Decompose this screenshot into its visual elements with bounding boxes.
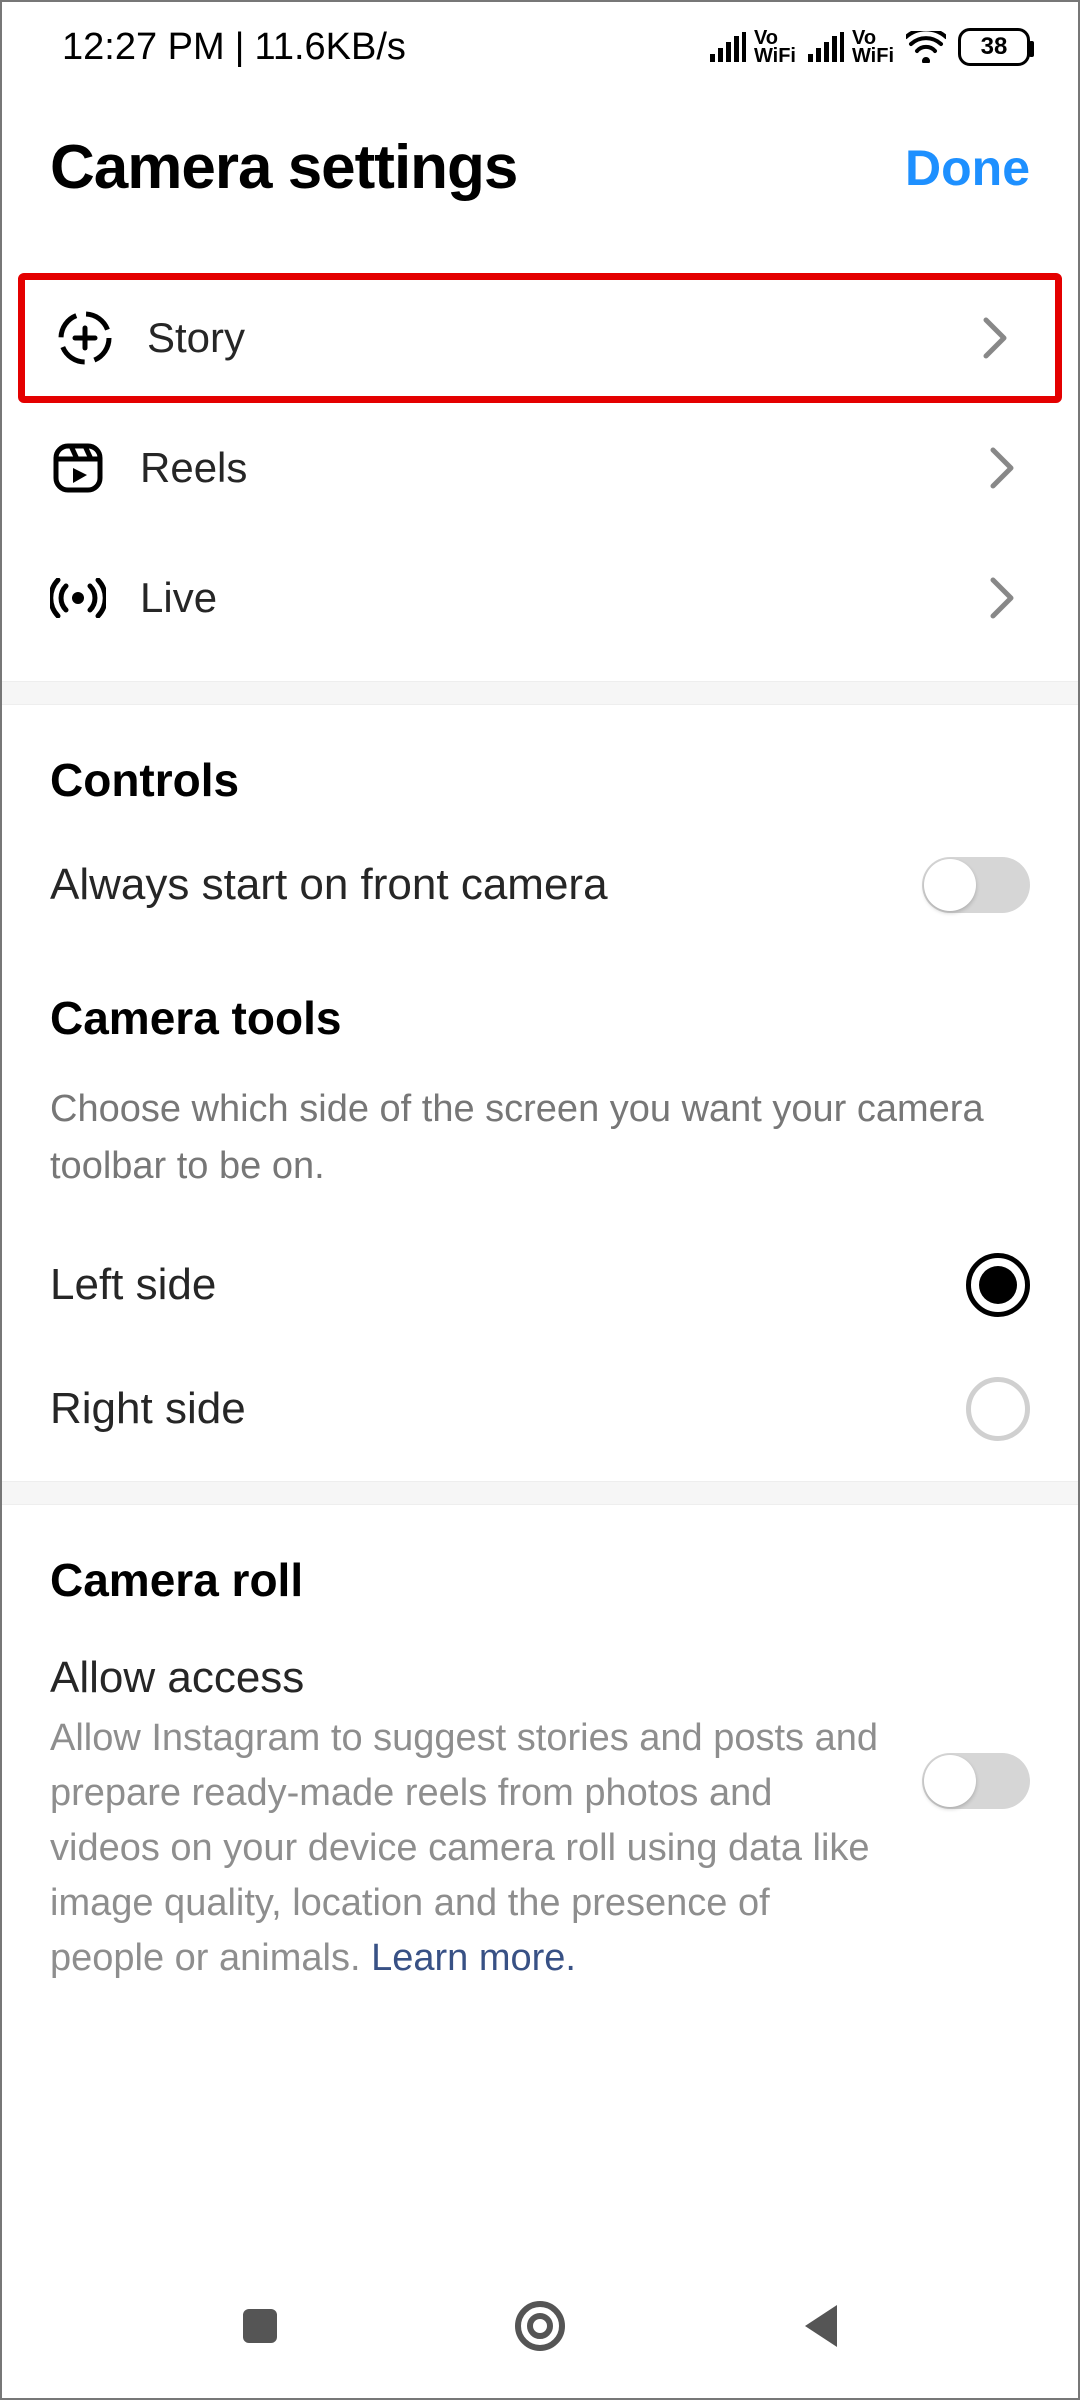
reels-icon [50, 440, 106, 496]
live-icon [50, 570, 106, 626]
recent-apps-button[interactable] [237, 2303, 283, 2354]
chevron-right-icon [974, 570, 1030, 626]
signal-bars-icon-2 [808, 32, 844, 62]
controls-title: Controls [2, 705, 1078, 827]
right-side-label: Right side [50, 1384, 936, 1434]
front-camera-row[interactable]: Always start on front camera [2, 827, 1078, 943]
home-button[interactable] [512, 2298, 568, 2359]
wifi-icon [906, 31, 946, 63]
tools-title: Camera tools [2, 943, 1078, 1065]
chevron-right-icon [967, 310, 1023, 366]
allow-access-desc: Allow Instagram to suggest stories and p… [50, 1711, 892, 1986]
status-speed: 11.6KB/s [255, 26, 406, 69]
roll-title: Camera roll [2, 1505, 1078, 1627]
done-button[interactable]: Done [905, 139, 1030, 197]
chevron-right-icon [974, 440, 1030, 496]
nav-story[interactable]: Story [18, 273, 1062, 403]
vowifi-icon: VoWiFi [754, 29, 796, 65]
right-side-radio[interactable] [966, 1377, 1030, 1441]
status-bar: 12:27 PM | 11.6KB/s VoWiFi VoWiFi 38 [2, 2, 1078, 92]
tools-desc: Choose which side of the screen you want… [2, 1065, 1078, 1223]
left-side-radio[interactable] [966, 1253, 1030, 1317]
android-nav [2, 2258, 1078, 2398]
left-side-row[interactable]: Left side [2, 1223, 1078, 1347]
front-camera-label: Always start on front camera [50, 860, 892, 910]
section-break-2 [2, 1481, 1078, 1505]
left-side-label: Left side [50, 1260, 936, 1310]
nav-section: Story Reels Live [2, 273, 1078, 663]
roll-section: Camera roll Allow access Allow Instagram… [2, 1505, 1078, 2016]
nav-live-label: Live [140, 574, 940, 622]
status-separator: | [235, 26, 245, 69]
story-icon [57, 310, 113, 366]
header: Camera settings Done [2, 92, 1078, 273]
vowifi-icon-2: VoWiFi [852, 29, 894, 65]
section-break [2, 681, 1078, 705]
allow-access-toggle[interactable] [922, 1753, 1030, 1809]
tools-section: Camera tools Choose which side of the sc… [2, 943, 1078, 1471]
status-right: VoWiFi VoWiFi 38 [710, 28, 1030, 66]
signal-bars-icon [710, 32, 746, 62]
nav-story-label: Story [147, 314, 933, 362]
battery-level: 38 [981, 33, 1008, 61]
battery-icon: 38 [958, 28, 1030, 66]
nav-reels[interactable]: Reels [2, 403, 1078, 533]
page-title: Camera settings [50, 132, 517, 203]
nav-reels-label: Reels [140, 444, 940, 492]
controls-section: Controls Always start on front camera [2, 705, 1078, 943]
back-button[interactable] [797, 2301, 843, 2356]
right-side-row[interactable]: Right side [2, 1347, 1078, 1471]
allow-access-row: Allow access Allow Instagram to suggest … [2, 1627, 1078, 2016]
allow-access-title: Allow access [50, 1653, 892, 1703]
learn-more-link[interactable]: Learn more. [371, 1937, 576, 1979]
nav-live[interactable]: Live [2, 533, 1078, 663]
status-time: 12:27 PM [62, 26, 225, 69]
front-camera-toggle[interactable] [922, 857, 1030, 913]
status-left: 12:27 PM | 11.6KB/s [62, 26, 406, 69]
